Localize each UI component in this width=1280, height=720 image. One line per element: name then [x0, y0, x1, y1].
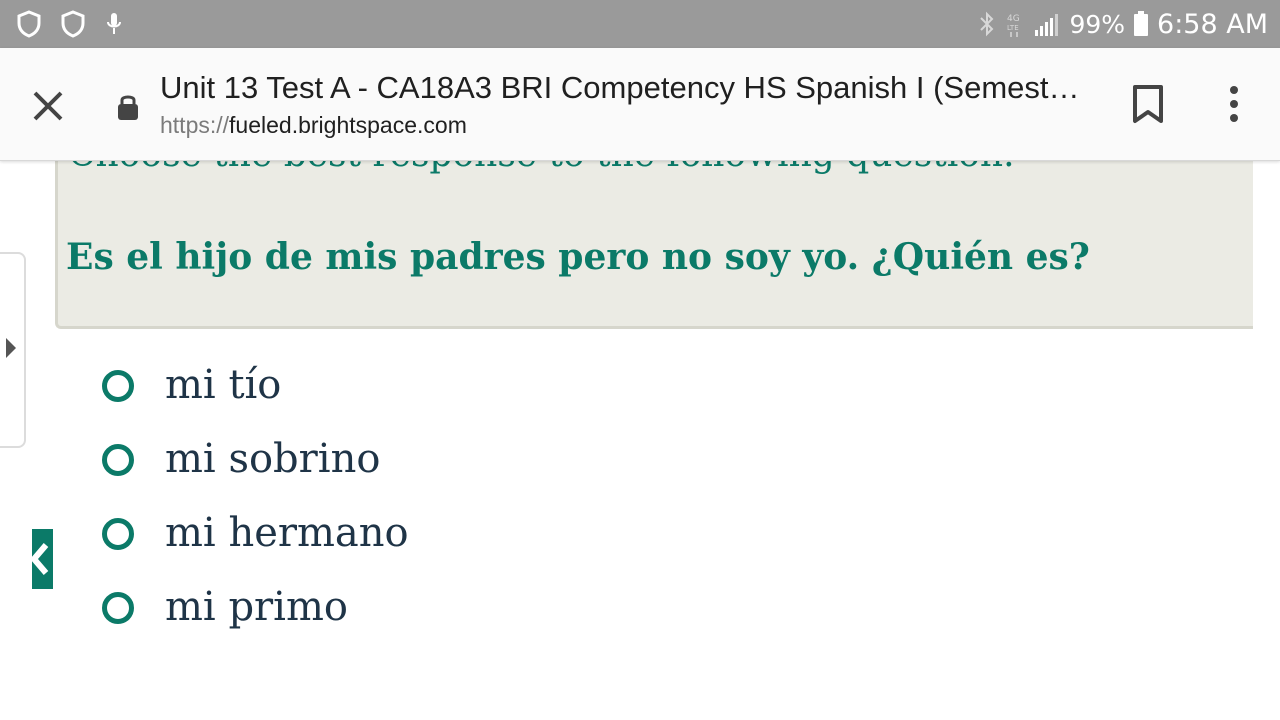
- radio-button[interactable]: [102, 592, 134, 624]
- battery-percent: 99%: [1069, 9, 1126, 39]
- status-right-icons: 4G LTE 99% 6:58 AM: [977, 0, 1268, 48]
- network-4g-icon: 4G LTE: [1007, 14, 1020, 37]
- close-tab-button[interactable]: [26, 84, 70, 128]
- bluetooth-icon: [980, 11, 994, 37]
- side-panel-toggle[interactable]: [0, 252, 26, 448]
- svg-text:4G: 4G: [1007, 14, 1020, 24]
- svg-text:LTE: LTE: [1007, 24, 1019, 32]
- collapse-tab-button[interactable]: [32, 529, 53, 589]
- radio-button[interactable]: [102, 444, 134, 476]
- answer-option-2[interactable]: mi sobrino: [100, 424, 700, 498]
- status-left-icons: [16, 10, 124, 38]
- bookmark-button[interactable]: [1130, 82, 1166, 126]
- secure-connection-indicator[interactable]: [116, 92, 140, 122]
- bookmark-icon: [1133, 85, 1163, 123]
- more-vertical-icon: [1230, 86, 1238, 122]
- chevron-left-icon: [32, 543, 49, 575]
- browser-toolbar: Unit 13 Test A - CA18A3 BRI Competency H…: [0, 48, 1280, 161]
- question-text: Es el hijo de mis padres pero no soy yo.…: [66, 236, 1090, 278]
- answer-option-1[interactable]: mi tío: [100, 350, 700, 424]
- page-url: https://fueled.brightspace.com: [160, 112, 467, 139]
- more-options-button[interactable]: [1218, 82, 1250, 126]
- radio-button[interactable]: [102, 370, 134, 402]
- url-domain: fueled.brightspace.com: [229, 112, 467, 138]
- chevron-right-icon: [6, 338, 16, 358]
- answer-label: mi hermano: [165, 510, 409, 556]
- answer-label: mi tío: [165, 362, 282, 408]
- answer-label: mi sobrino: [165, 436, 381, 482]
- clock: 6:58 AM: [1157, 8, 1268, 40]
- microphone-icon: [107, 13, 121, 34]
- shield-icon: [17, 10, 41, 38]
- url-scheme: https://: [160, 112, 230, 138]
- battery-icon: [1134, 11, 1149, 36]
- status-bar: 4G LTE 99% 6:58 AM: [0, 0, 1280, 48]
- lock-icon: [118, 95, 138, 120]
- answer-option-4[interactable]: mi primo: [100, 572, 700, 646]
- signal-icon: [1035, 14, 1059, 36]
- answer-label: mi primo: [165, 584, 348, 630]
- answer-option-3[interactable]: mi hermano: [100, 498, 700, 572]
- radio-button[interactable]: [102, 518, 134, 550]
- page-title: Unit 13 Test A - CA18A3 BRI Competency H…: [160, 70, 1080, 105]
- shield-icon: [61, 10, 85, 38]
- close-icon: [33, 91, 63, 121]
